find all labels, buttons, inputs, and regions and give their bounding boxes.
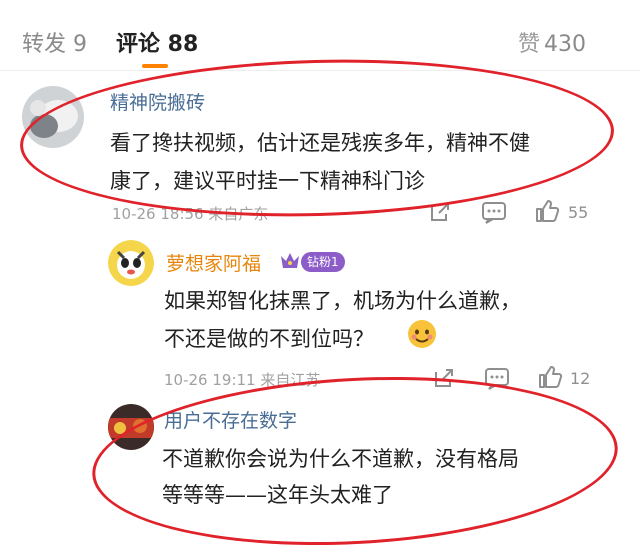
tab-comments[interactable]: 评论 88 [116,26,198,58]
tab-repost[interactable]: 转发 9 [22,26,87,58]
avatar[interactable] [108,240,154,286]
like-tab-glyph: 赞 [518,32,541,57]
crown-icon [279,249,301,275]
comment-icon[interactable] [481,201,507,229]
comment-text-line: 如果郑智化抹黑了，机场为什么道歉， [164,289,521,313]
comment-text-line: 不还是做的不到位吗？ [164,327,374,351]
like-count: 12 [570,369,591,388]
comment-username[interactable]: 萝想家阿福 [166,249,261,276]
like-tab-count: 430 [544,32,587,57]
emoji-icon [406,318,438,354]
like-icon[interactable] [537,364,563,394]
fan-badge: 钻粉1 [301,252,345,272]
like-count: 55 [568,203,589,222]
annotation-ellipse [18,52,616,224]
like-icon[interactable] [534,198,560,228]
tab-likes[interactable]: 赞 430 [518,26,586,58]
tab-active-indicator [142,64,168,68]
annotation-ellipse [88,364,622,558]
